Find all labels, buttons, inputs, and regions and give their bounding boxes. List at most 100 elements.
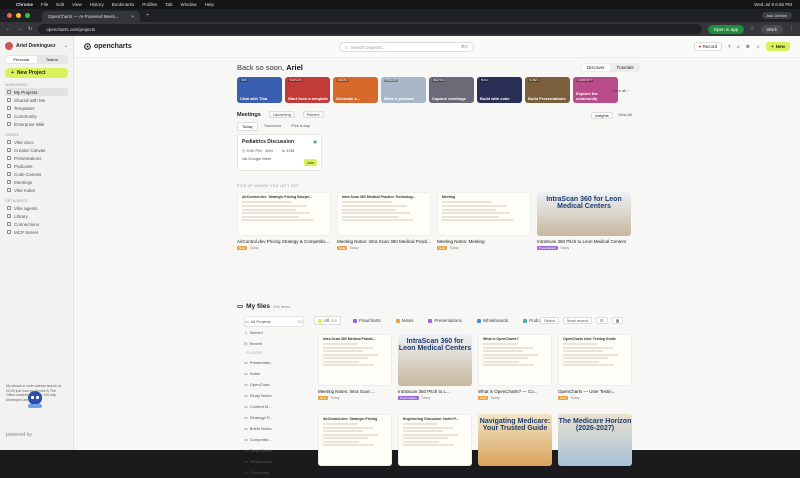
menu-bookmarks[interactable]: Bookmarks [112, 2, 135, 7]
join-button[interactable]: Join [303, 159, 317, 166]
file-card[interactable]: Navigating Medicare: Your Trusted Guide [478, 414, 552, 466]
sidebar-item-templates[interactable]: Templates [5, 104, 68, 112]
logo[interactable]: opencharts [84, 43, 132, 50]
sidebar-item-my-projects[interactable]: My Projects [5, 88, 68, 96]
insights-button[interactable]: Insights [591, 112, 613, 119]
tab-personal[interactable]: Personal [6, 56, 37, 63]
reload-icon[interactable]: ↻ [28, 26, 32, 32]
filter-flowcharts[interactable]: Flowcharts [350, 317, 384, 324]
star-icon[interactable]: ☆ [750, 26, 754, 32]
select-button[interactable]: Select [540, 317, 560, 324]
tab-pick-a-day[interactable]: Pick a day [287, 122, 313, 131]
folder-item[interactable]: ▭ Script Notes [244, 445, 304, 456]
app-menu[interactable]: Chrome [16, 2, 33, 7]
recent-card[interactable]: AirControl.dev: Strategic Pricing Bluepr… [237, 192, 331, 236]
show-all-link[interactable]: Show all › [611, 88, 629, 93]
view-all-link[interactable]: View All [618, 112, 632, 117]
file-card[interactable]: OpenCharts User Testing Guide [558, 334, 632, 386]
tab-teams[interactable]: Teams [37, 56, 68, 63]
folder-item[interactable]: ▭ Content M... [244, 401, 304, 412]
folder-item[interactable]: ▭ All Projects 200 [244, 316, 304, 327]
menu-view[interactable]: View [72, 2, 82, 7]
sidebar-item-code-canvas[interactable]: Code Canvas [5, 170, 68, 178]
sidebar-item-vibe-index[interactable]: Vibe Index [5, 186, 68, 194]
folder-item[interactable]: ▭ Study Notes [244, 390, 304, 401]
folder-item[interactable]: ▭ Flowcharts [244, 467, 304, 478]
tab-today[interactable]: Today [237, 122, 258, 131]
folder-item[interactable]: ☆ Starred [244, 327, 304, 338]
template-card[interactable]: TEMPLATE Start from a template [285, 77, 330, 103]
browser-tab[interactable]: OpenCharts — AI-Powered Meeti... × [42, 11, 140, 22]
recent-card-title[interactable]: IntraScan 360 Pitch to Leon Medical Cent… [537, 239, 626, 244]
recent-dropdown[interactable]: Recent [302, 111, 324, 118]
tab-discover[interactable]: Discover [582, 64, 610, 71]
template-card[interactable]: MEETING Capture meetings [429, 77, 474, 103]
recent-card-title[interactable]: AirControl.dev Pricing Strategy & Compet… [237, 239, 329, 244]
menu-window[interactable]: Window [181, 2, 197, 7]
file-card[interactable]: Engineering Discourse: North P... [398, 414, 472, 466]
file-card[interactable]: AirControl.dev: Strategic Pricing [318, 414, 392, 466]
search-input[interactable]: ⌕ Search projects... ⌘K [339, 42, 474, 52]
filter-notes[interactable]: Notes [393, 317, 417, 324]
menu-edit[interactable]: Edit [56, 2, 64, 7]
folder-item[interactable]: ▭ Notes [244, 368, 304, 379]
tab-tutorials[interactable]: Tutorials [612, 64, 639, 71]
filter-presentations[interactable]: Presentations [425, 317, 465, 324]
folder-item[interactable]: ▭ Competitiv... [244, 434, 304, 445]
close-window-button[interactable] [7, 13, 12, 18]
upcoming-dropdown[interactable]: Upcoming [268, 111, 295, 118]
file-card-title[interactable]: Meeting Notes: Intra Scan ... [318, 389, 375, 394]
menu-profiles[interactable]: Profiles [142, 2, 157, 7]
sidebar-item-creator-canvas[interactable]: Creator Canvas [5, 146, 68, 154]
template-card[interactable]: PODCAST Make a podcast [381, 77, 426, 103]
notification-bell-icon[interactable]: ♫ [737, 44, 740, 49]
file-card-title[interactable]: What is OpenCharts? — Co... [478, 389, 538, 394]
recent-card-title[interactable]: Meeting Notes: Intra Scan 360 Medical Pr… [337, 239, 431, 244]
user-switcher[interactable]: Ariel Dominguez ⌄ [5, 42, 68, 50]
file-card[interactable]: The Medicare Horizon (2026-2027) [558, 414, 632, 466]
list-view-icon[interactable]: ☰ [596, 317, 608, 324]
grid-view-icon[interactable]: ▦ [611, 317, 624, 324]
sidebar-item-meetings[interactable]: Meetings [5, 178, 68, 186]
recent-card-title[interactable]: Meeting Notes: Meeting [437, 239, 485, 244]
file-card[interactable]: Intra Scan 360 Medical Practic... [318, 334, 392, 386]
record-button[interactable]: ● Record [693, 42, 723, 51]
sidebar-item-mcp-server[interactable]: MCP Server [5, 228, 68, 236]
back-icon[interactable]: ← [6, 26, 11, 32]
help-icon[interactable]: ? [728, 44, 731, 49]
recent-card[interactable]: Meeting [437, 192, 531, 236]
menu-help[interactable]: Help [205, 2, 214, 7]
theme-icon[interactable]: ☼ [756, 44, 760, 49]
meeting-card[interactable]: Pediatrics Discussion ◷ 5:00 PM · 30m In… [237, 134, 322, 171]
filter-all[interactable]: All 200 [314, 316, 341, 325]
forward-icon[interactable]: → [17, 26, 22, 32]
folder-item[interactable]: ▭ Presentatio... [244, 357, 304, 368]
menu-history[interactable]: History [90, 2, 104, 7]
minimize-window-button[interactable] [16, 13, 21, 18]
more-menu-icon[interactable]: ⋮ [789, 26, 794, 32]
new-button[interactable]: + New [766, 42, 790, 51]
template-card[interactable]: SLIDES Build Presentations [525, 77, 570, 103]
sidebar-item-connections[interactable]: Connections [5, 220, 68, 228]
file-card-title[interactable]: OpenCharts — User Testin... [558, 389, 615, 394]
file-card[interactable]: What is OpenCharts? [478, 334, 552, 386]
template-card[interactable]: NEW Chat with Tina [237, 77, 282, 103]
profile-work-button[interactable]: Work [760, 24, 783, 34]
new-tab-icon[interactable]: + [146, 13, 150, 19]
recent-card[interactable]: Intra Scan 360 Medical Practice Technolo… [337, 192, 431, 236]
menu-file[interactable]: File [41, 2, 48, 7]
file-card[interactable]: IntraScan 360 for Leon Medical Centers [398, 334, 472, 386]
folder-item[interactable]: ▭ Briefs Notes [244, 423, 304, 434]
folder-item[interactable]: ▭ Strategy/ P... [244, 412, 304, 423]
ask-gemini-button[interactable]: Ask Gemini [761, 12, 792, 19]
sort-dropdown[interactable]: Most recent [563, 317, 593, 324]
folder-item[interactable]: ▭ Whiteboards [244, 456, 304, 467]
maximize-window-button[interactable] [25, 13, 30, 18]
sidebar-item-community[interactable]: Community [5, 112, 68, 120]
new-project-button[interactable]: + New Project [5, 68, 68, 78]
file-card-title[interactable]: IntraScan 360 Pitch to L... [398, 389, 450, 394]
folder-item[interactable]: ◷ Recent [244, 338, 304, 349]
sidebar-item-podcasts[interactable]: Podcasts [5, 162, 68, 170]
sidebar-item-enterprise-wiki[interactable]: Enterprise Wiki [5, 120, 68, 128]
close-tab-icon[interactable]: × [131, 14, 134, 19]
